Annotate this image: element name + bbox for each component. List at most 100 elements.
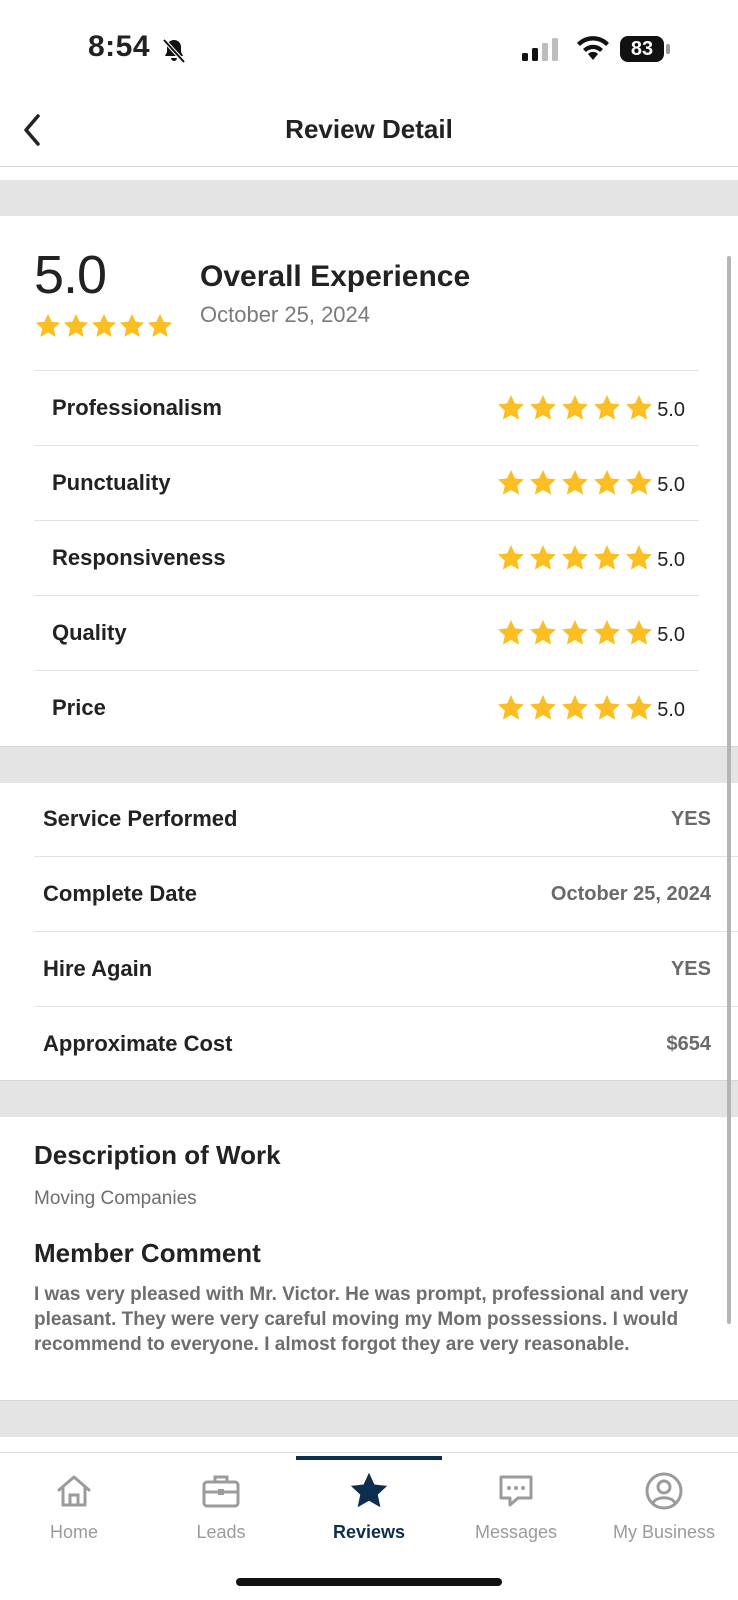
rating-label: Professionalism <box>52 395 222 420</box>
battery-level: 83 <box>620 36 664 62</box>
nav-label: Home <box>49 1522 98 1542</box>
star-icon <box>626 395 652 420</box>
battery-icon: 83 <box>620 36 670 64</box>
nav-active-indicator <box>296 1456 442 1460</box>
home-icon <box>57 1475 91 1507</box>
detail-value: YES <box>670 958 711 980</box>
detail-row-service-performed: Service Performed YES <box>34 782 738 856</box>
star-icon <box>626 470 652 495</box>
detail-label: Approximate Cost <box>43 1031 233 1056</box>
star-icon <box>35 313 61 337</box>
star-icon <box>530 545 556 570</box>
star-icon <box>498 695 524 720</box>
star-icon <box>350 1472 388 1508</box>
wifi-icon <box>577 36 609 60</box>
rating-label: Punctuality <box>52 470 171 495</box>
nav-item-leads[interactable]: Leads <box>147 1466 295 1543</box>
signal-icon <box>522 38 558 61</box>
rating-row-professionalism: Professionalism 5.0 <box>34 370 699 445</box>
rating-label: Price <box>52 695 106 720</box>
star-icon <box>119 313 145 337</box>
detail-label: Complete Date <box>43 881 198 906</box>
rating-value: 5.0 <box>657 624 685 646</box>
rating-stars <box>496 543 656 578</box>
star-icon <box>626 695 652 720</box>
rating-row-punctuality: Punctuality 5.0 <box>34 445 699 520</box>
star-icon <box>594 695 620 720</box>
header-divider <box>0 166 738 167</box>
detail-row-approximate-cost: Approximate Cost $654 <box>34 1006 738 1081</box>
rating-value: 5.0 <box>657 474 685 496</box>
section-spacer <box>0 180 738 216</box>
rating-row-quality: Quality 5.0 <box>34 595 699 670</box>
rating-value: 5.0 <box>657 399 685 421</box>
bell-slash-icon <box>162 38 186 64</box>
rating-stars <box>496 618 656 653</box>
star-icon <box>594 620 620 645</box>
description-heading: Description of Work <box>34 1140 281 1170</box>
star-icon <box>498 545 524 570</box>
rating-row-responsiveness: Responsiveness 5.0 <box>34 520 699 595</box>
rating-stars <box>496 393 656 428</box>
star-icon <box>562 545 588 570</box>
detail-value: $654 <box>666 1033 712 1055</box>
star-icon <box>562 620 588 645</box>
overall-date: October 25, 2024 <box>200 302 371 327</box>
detail-value: October 25, 2024 <box>550 883 711 905</box>
detail-label: Hire Again <box>43 956 153 981</box>
star-icon <box>498 395 524 420</box>
user-circle-icon <box>645 1472 683 1510</box>
star-icon <box>626 545 652 570</box>
section-spacer <box>0 1400 738 1437</box>
rating-label: Responsiveness <box>52 545 226 570</box>
home-indicator <box>236 1578 502 1586</box>
star-icon <box>626 620 652 645</box>
rating-row-price: Price 5.0 <box>34 670 699 745</box>
nav-label: Messages <box>474 1522 558 1542</box>
star-icon <box>562 695 588 720</box>
rating-value: 5.0 <box>657 699 685 721</box>
detail-row-hire-again: Hire Again YES <box>34 931 738 1006</box>
rating-label: Quality <box>52 620 127 645</box>
rating-value: 5.0 <box>657 549 685 571</box>
star-icon <box>530 620 556 645</box>
star-icon <box>498 470 524 495</box>
star-icon <box>91 313 117 337</box>
nav-item-home[interactable]: Home <box>0 1466 148 1543</box>
rating-stars <box>496 693 656 728</box>
rating-stars <box>496 468 656 503</box>
comment-text: I was very pleased with Mr. Victor. He w… <box>34 1284 689 1355</box>
section-spacer <box>0 746 738 783</box>
star-icon <box>147 313 173 337</box>
detail-value: YES <box>670 808 711 830</box>
description-text: Moving Companies <box>34 1188 197 1209</box>
overall-stars <box>34 312 174 345</box>
nav-label: My Business <box>612 1522 716 1542</box>
star-icon <box>63 313 89 337</box>
star-icon <box>562 470 588 495</box>
star-icon <box>562 395 588 420</box>
status-time: 8:54 <box>88 30 151 63</box>
star-icon <box>530 470 556 495</box>
section-spacer <box>0 1080 738 1117</box>
detail-row-complete-date: Complete Date October 25, 2024 <box>34 856 738 931</box>
overall-score: 5.0 <box>34 245 107 305</box>
star-icon <box>594 470 620 495</box>
scrollbar[interactable] <box>727 256 731 1324</box>
briefcase-icon <box>202 1475 240 1508</box>
nav-item-my-business[interactable]: My Business <box>590 1466 738 1543</box>
detail-label: Service Performed <box>43 806 238 831</box>
nav-label: Reviews <box>332 1522 406 1542</box>
nav-item-messages[interactable]: Messages <box>442 1466 590 1543</box>
nav-item-reviews[interactable]: Reviews <box>295 1466 443 1543</box>
star-icon <box>498 620 524 645</box>
page-title: Review Detail <box>285 114 453 144</box>
nav-label: Leads <box>196 1522 246 1542</box>
star-icon <box>530 395 556 420</box>
chat-icon <box>499 1475 533 1507</box>
star-icon <box>530 695 556 720</box>
nav-divider <box>0 1452 738 1453</box>
comment-heading: Member Comment <box>34 1238 261 1268</box>
overall-title: Overall Experience <box>200 260 471 293</box>
star-icon <box>594 395 620 420</box>
